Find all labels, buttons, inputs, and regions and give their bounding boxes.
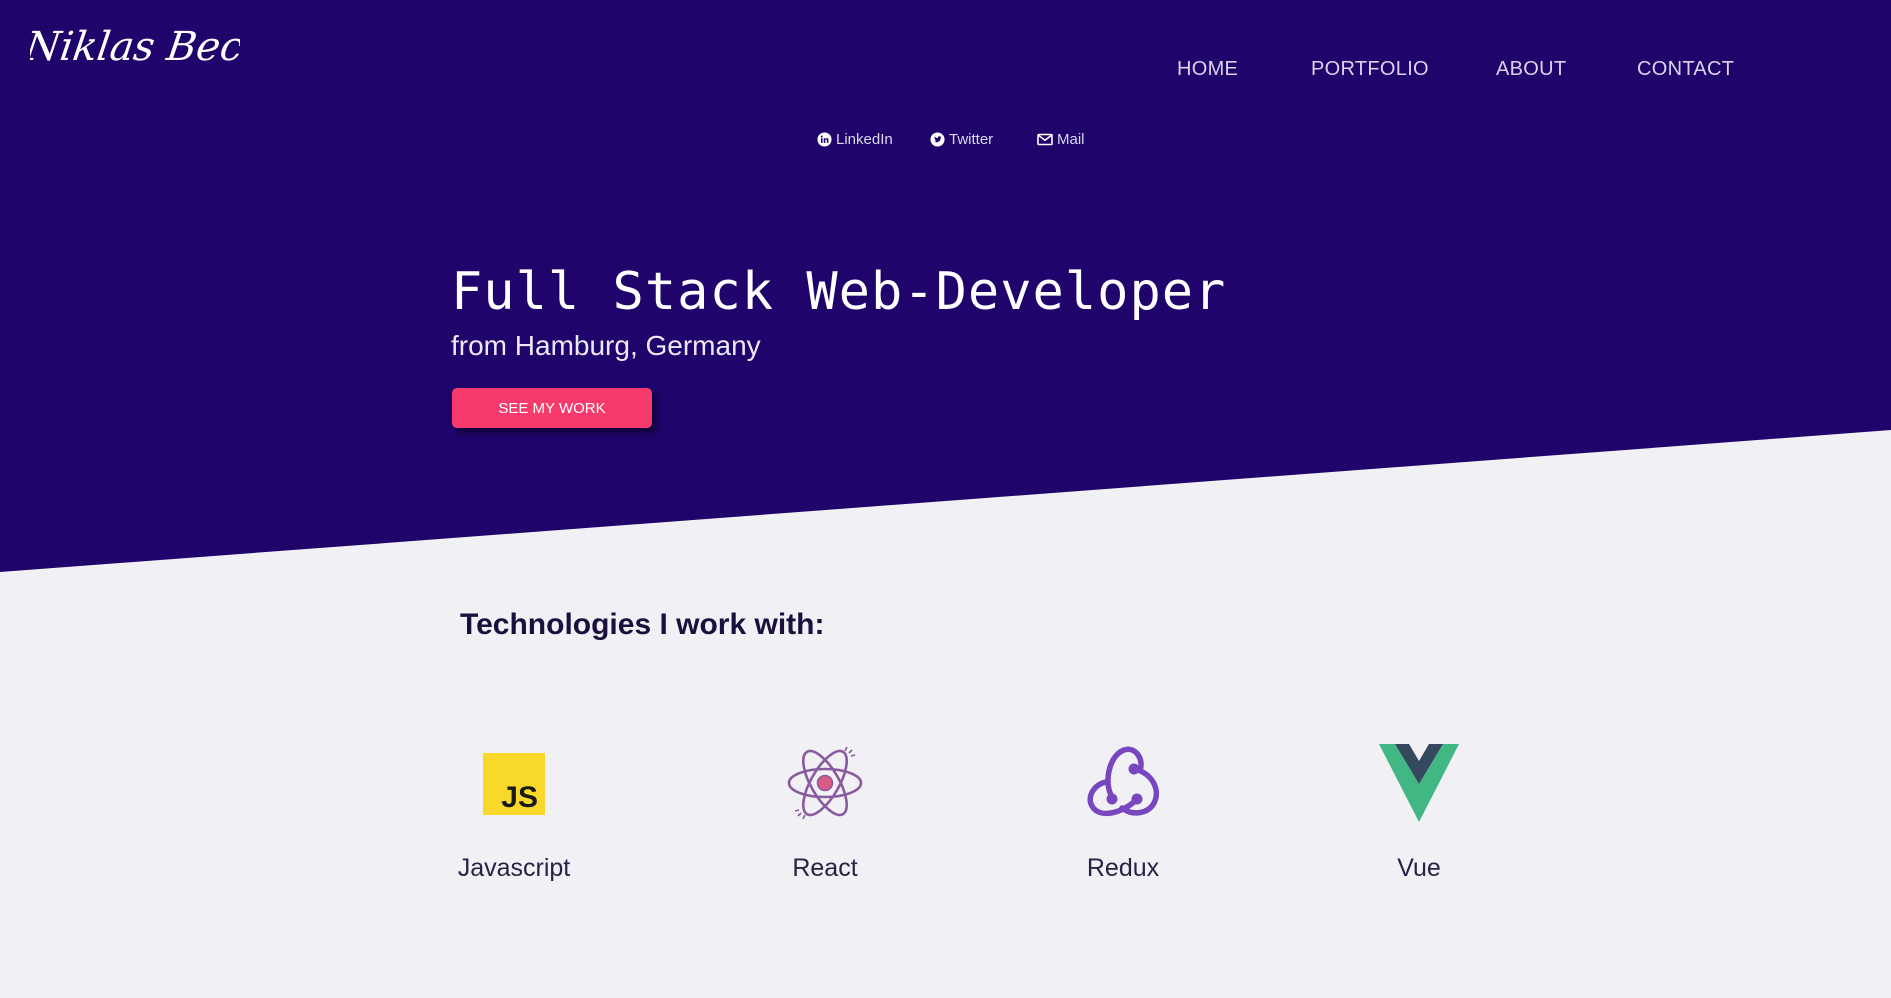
hero-subline: from Hamburg, Germany bbox=[451, 330, 761, 361]
hero-headline: Full Stack Web-Developer bbox=[451, 262, 1227, 322]
vue-icon bbox=[1379, 744, 1459, 822]
tech-label-javascript: Javascript bbox=[457, 854, 571, 882]
svg-text:JS: JS bbox=[501, 781, 538, 814]
nav-portfolio[interactable]: PORTFOLIO bbox=[1311, 58, 1429, 81]
tech-label-react: React bbox=[792, 854, 858, 882]
tech-item-redux: Redux bbox=[1053, 740, 1193, 890]
logo-signature: Niklas Becker bbox=[30, 24, 240, 70]
mail-icon bbox=[1037, 133, 1053, 146]
logo-text: Niklas Becker bbox=[30, 24, 240, 70]
nav-contact[interactable]: CONTACT bbox=[1637, 58, 1734, 81]
javascript-icon: JS bbox=[483, 753, 545, 815]
hero-background bbox=[0, 0, 1891, 572]
tech-item-javascript: JS Javascript bbox=[444, 740, 584, 890]
social-linkedin-link[interactable]: LinkedIn bbox=[817, 131, 893, 148]
linkedin-icon bbox=[817, 132, 832, 147]
tech-label-vue: Vue bbox=[1397, 854, 1441, 882]
mail-label: Mail bbox=[1057, 131, 1085, 148]
nav-about[interactable]: ABOUT bbox=[1496, 58, 1566, 81]
tech-item-vue: Vue bbox=[1349, 740, 1489, 890]
tech-item-react: React bbox=[755, 740, 895, 890]
logo[interactable]: Niklas Becker bbox=[30, 14, 240, 84]
page: Niklas Becker HOME PORTFOLIO ABOUT CONTA… bbox=[0, 0, 1891, 998]
react-icon bbox=[787, 746, 863, 820]
technologies-heading: Technologies I work with: bbox=[460, 608, 825, 641]
social-mail-link[interactable]: Mail bbox=[1037, 131, 1085, 148]
main-nav: HOME PORTFOLIO ABOUT CONTACT bbox=[1140, 58, 1860, 82]
linkedin-label: LinkedIn bbox=[836, 131, 893, 148]
nav-home[interactable]: HOME bbox=[1177, 58, 1238, 81]
see-my-work-button[interactable]: SEE MY WORK bbox=[452, 388, 652, 428]
twitter-icon bbox=[930, 132, 945, 147]
tech-label-redux: Redux bbox=[1086, 854, 1160, 882]
redux-icon bbox=[1087, 746, 1159, 817]
social-twitter-link[interactable]: Twitter bbox=[930, 131, 993, 148]
twitter-label: Twitter bbox=[949, 131, 994, 148]
